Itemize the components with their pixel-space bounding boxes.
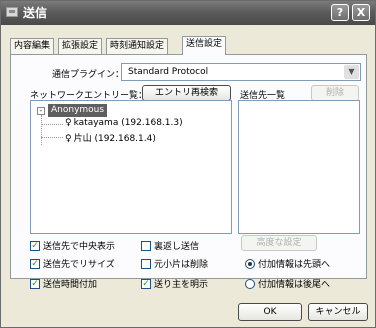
checkbox-label: 裏返し送信 (154, 242, 200, 252)
rescan-entries-button[interactable]: エントリ再検索 (142, 85, 231, 101)
window-title: 送信 (23, 6, 48, 20)
protocol-value: Standard Protocol (128, 67, 209, 77)
radio-unselected-icon[interactable] (245, 278, 255, 289)
advanced-settings-button[interactable]: 高度な設定 (241, 235, 317, 251)
checkbox-checked-icon[interactable]: ✓ (30, 258, 40, 269)
info-tail-radio[interactable]: 付加情報は後尾へ (245, 277, 330, 290)
cancel-button[interactable]: キャンセル (308, 303, 368, 321)
checkbox-label: 送信先で中央表示 (43, 242, 116, 252)
resize-checkbox[interactable]: ✓ 送信先でリサイズ (30, 257, 115, 270)
delete-button[interactable]: 削除 (311, 85, 359, 101)
center-display-checkbox[interactable]: ✓ 送信先で中央表示 (30, 239, 115, 252)
person-icon: ♀ (65, 118, 72, 128)
show-sender-checkbox[interactable]: ✓ 送り主を明示 (141, 277, 208, 290)
tab-extended-settings[interactable]: 拡張設定 (58, 38, 103, 54)
add-send-time-checkbox[interactable]: ✓ 送信時間付加 (30, 277, 97, 290)
network-tree[interactable]: - Anonymous ♀ katayama (192.168.1.3) ♀ 片山 … (30, 100, 232, 234)
tree-root-anonymous[interactable]: Anonymous (48, 104, 108, 117)
tab-time-notify-settings[interactable]: 時刻通知設定 (106, 38, 169, 54)
checkbox-checked-icon[interactable]: ✓ (30, 278, 40, 289)
checkbox-label: 送り主を明示 (154, 280, 209, 290)
checkbox-label: 送信時間付加 (43, 280, 98, 290)
checkbox-label: 元小片は削除 (154, 260, 209, 270)
ok-button[interactable]: OK (238, 303, 302, 321)
checkbox-label: 送信先でリサイズ (43, 260, 115, 270)
title-bar: 送信 ? X (1, 1, 375, 25)
delete-original-checkbox[interactable]: 元小片は削除 (141, 257, 208, 270)
window-icon (6, 7, 18, 17)
chevron-down-icon[interactable]: ▼ (344, 65, 359, 79)
checkbox-unchecked-icon[interactable] (141, 240, 151, 251)
tree-item-label: 片山 (192.168.1.4) (73, 134, 156, 144)
checkbox-checked-icon[interactable]: ✓ (30, 240, 40, 251)
radio-selected-icon[interactable] (245, 258, 255, 269)
protocol-select[interactable]: Standard Protocol ▼ (121, 63, 361, 81)
checkbox-unchecked-icon[interactable] (141, 258, 151, 269)
tree-item[interactable]: ♀ 片山 (192.168.1.4) (65, 131, 156, 144)
tree-connector (41, 137, 63, 138)
help-button[interactable]: ? (331, 4, 349, 21)
tab-send-settings[interactable]: 送信設定 (182, 36, 227, 55)
person-icon: ♀ (65, 134, 72, 144)
send-dialog: 送信 ? X 内容編集 拡張設定 時刻通知設定 送信設定 通信プラグイン： St… (0, 0, 376, 328)
tree-item[interactable]: ♀ katayama (192.168.1.3) (65, 118, 183, 128)
tree-connector (41, 124, 63, 125)
protocol-label: 通信プラグイン： (52, 70, 125, 80)
tab-content-edit[interactable]: 内容編集 (10, 38, 55, 54)
radio-label: 付加情報は後尾へ (258, 280, 331, 290)
collapse-icon[interactable]: - (37, 107, 45, 115)
reply-send-checkbox[interactable]: 裏返し送信 (141, 239, 199, 252)
info-head-radio[interactable]: 付加情報は先頭へ (245, 257, 330, 270)
tree-connector (41, 115, 42, 145)
close-button[interactable]: X (352, 4, 370, 21)
checkbox-checked-icon[interactable]: ✓ (141, 278, 151, 289)
radio-label: 付加情報は先頭へ (258, 260, 331, 270)
destination-list[interactable] (238, 100, 360, 234)
tree-item-label: katayama (192.168.1.3) (73, 118, 183, 128)
